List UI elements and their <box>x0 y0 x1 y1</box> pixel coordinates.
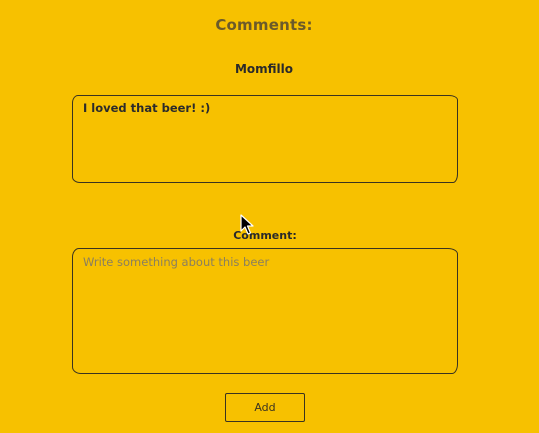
comment-field-label: Comment: <box>233 229 297 242</box>
mouse-cursor-icon <box>240 214 254 235</box>
comments-heading: Comments: <box>215 16 313 34</box>
add-comment-button[interactable]: Add <box>225 393 305 422</box>
comment-text: I loved that beer! :) <box>83 101 211 115</box>
comment-card: I loved that beer! :) <box>72 95 458 183</box>
comment-author: Momfillo <box>234 62 294 76</box>
comment-textarea[interactable] <box>72 248 458 374</box>
